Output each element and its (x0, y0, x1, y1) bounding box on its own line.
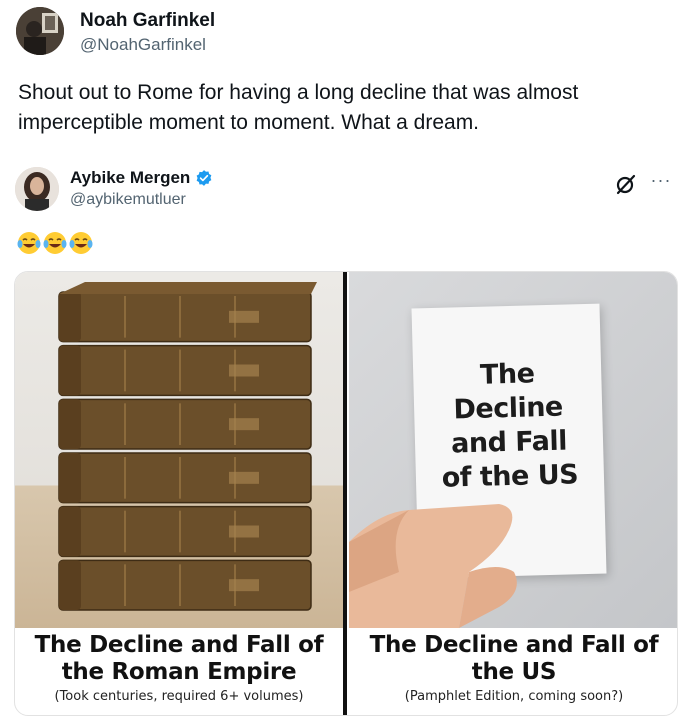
face-with-tears-of-joy-icon (69, 232, 93, 254)
more-options-icon[interactable]: ··· (648, 170, 674, 190)
emoji-row (16, 230, 94, 256)
face-with-tears-of-joy-icon (17, 232, 41, 254)
meme-image[interactable]: The Decline and Fall of the US The Decli… (14, 271, 678, 716)
book-volume (58, 452, 312, 504)
left-caption: The Decline and Fall of the Roman Empire… (15, 632, 343, 704)
panel-divider (343, 272, 347, 715)
tweet: Noah Garfinkel @NoahGarfinkel Shout out … (0, 0, 693, 716)
quoted-author-handle[interactable]: @aybikemutluer (70, 191, 186, 209)
left-caption-subtitle: (Took centuries, required 6+ volumes) (54, 689, 304, 704)
quoted-avatar-image (15, 167, 59, 211)
book-volume (58, 559, 312, 611)
book-stack-top (59, 282, 317, 294)
quoted-author-name[interactable]: Aybike Mergen (70, 168, 190, 188)
grok-icon[interactable] (614, 172, 638, 196)
roman-empire-books-panel (15, 272, 343, 628)
quoted-avatar[interactable] (15, 167, 59, 211)
book-volume (58, 291, 312, 343)
hand-illustration (349, 504, 517, 628)
book-volume (58, 505, 312, 558)
book-volume (58, 398, 312, 450)
us-pamphlet-panel: The Decline and Fall of the US (349, 272, 677, 628)
left-caption-title: The Decline and Fall of the Roman Empire (34, 632, 324, 685)
avatar[interactable] (16, 7, 64, 55)
right-caption-title: The Decline and Fall of the US (369, 632, 659, 685)
author-name[interactable]: Noah Garfinkel (80, 10, 215, 32)
right-caption: The Decline and Fall of the US (Pamphlet… (349, 632, 677, 704)
book-stack-illustration (58, 282, 317, 611)
tweet-text: Shout out to Rome for having a long decl… (18, 81, 579, 134)
book-volume (58, 344, 312, 397)
avatar-image (16, 7, 64, 55)
right-caption-subtitle: (Pamphlet Edition, coming soon?) (404, 689, 624, 704)
author-handle[interactable]: @NoahGarfinkel (80, 35, 206, 55)
face-with-tears-of-joy-icon (43, 232, 67, 254)
verified-badge-icon (196, 170, 212, 186)
quoted-author-name-row[interactable]: Aybike Mergen (70, 168, 213, 188)
